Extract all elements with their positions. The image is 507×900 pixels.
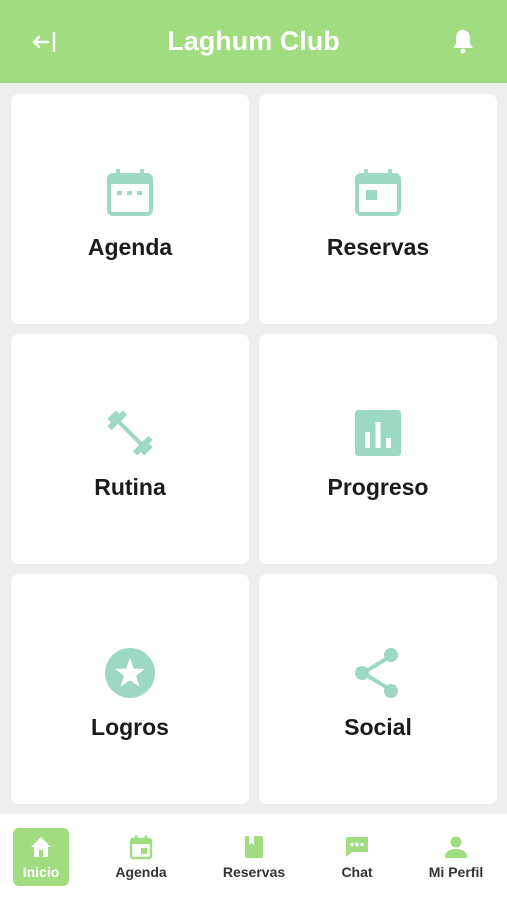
dumbbell-icon [107,410,153,455]
rutina-card-label: Rutina [94,473,166,500]
bell-icon[interactable] [449,27,477,55]
nav-item-chat[interactable]: Chat [332,828,382,886]
agenda-card[interactable]: Agenda [11,94,249,324]
logros-card[interactable]: Logros [11,574,249,804]
nav-item-agenda[interactable]: Agenda [106,828,176,886]
exit-arrow-icon[interactable] [30,28,58,56]
chat-icon [346,837,368,857]
nav-label: Chat [341,864,373,880]
nav-label: Inicio [22,864,60,880]
nav-item-reservas[interactable]: Reservas [216,828,292,886]
menu-grid: Agenda Reservas Rutina Progreso Logros S… [11,94,497,804]
bar-chart-icon [355,409,401,456]
reservas-card[interactable]: Reservas [259,94,497,324]
star-icon [105,647,155,698]
nav-label: Agenda [115,864,167,880]
nav-item-inicio[interactable]: Inicio [13,828,69,886]
reservas-card-label: Reservas [326,233,430,260]
app-title: Laghum Club [167,26,340,56]
person-icon [445,836,467,858]
logros-card-label: Logros [91,713,169,740]
app-header: Laghum Club [0,0,507,83]
home-icon [31,837,51,857]
progreso-card-label: Progreso [327,473,429,500]
calendar-icon [107,168,153,216]
share-icon [355,647,398,698]
calendar-event-icon [355,168,401,216]
rutina-card[interactable]: Rutina [11,334,249,564]
agenda-card-label: Agenda [87,233,173,260]
bottom-navigation: Inicio Agenda Reservas Chat Mi Perfil [0,814,507,900]
book-icon [245,836,263,858]
nav-label: Reservas [222,864,286,880]
progreso-card[interactable]: Progreso [259,334,497,564]
nav-label: Mi Perfil [428,864,484,880]
social-card-label: Social [344,713,412,740]
nav-item-mi-perfil[interactable]: Mi Perfil [422,828,490,886]
calendar-icon [129,835,153,860]
social-card[interactable]: Social [259,574,497,804]
